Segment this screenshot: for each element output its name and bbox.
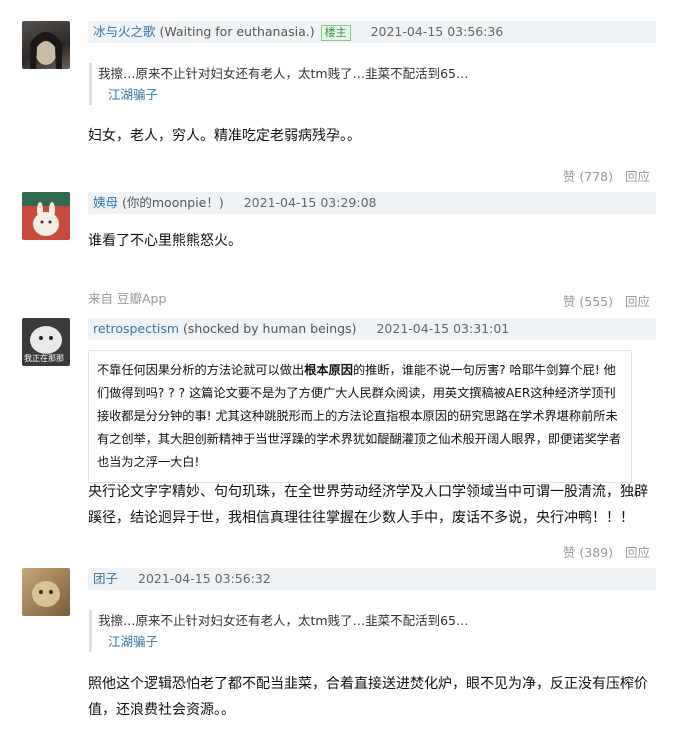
comment-time: 2021-04-15 03:31:01 bbox=[376, 321, 510, 336]
quote-author-link[interactable]: 江湖骗子 bbox=[98, 84, 656, 105]
quote-text-part: 的推断，谁能不说一句厉害? 哈耶牛剑算个屁! 他们做得到吗? ? ? 这篇论文要… bbox=[97, 363, 622, 469]
like-button[interactable]: 赞 (778) bbox=[563, 169, 613, 184]
quote-text-bold: 根本原因 bbox=[304, 363, 353, 377]
comment-meta: 姨母 (你的moonpie！) 2021-04-15 03:29:08 bbox=[88, 192, 656, 214]
author-link[interactable]: 团子 bbox=[93, 571, 118, 586]
quote-author-link[interactable]: 江湖骗子 bbox=[98, 631, 656, 652]
comment-text: 照他这个逻辑恐怕老了都不配当韭菜，合着直接送进焚化炉，眼不见为净，反正没有压榨价… bbox=[88, 676, 648, 718]
comment-meta: 冰与火之歌 (Waiting for euthanasia.) 楼主 2021-… bbox=[88, 21, 656, 43]
comment-text: 妇女，老人，穷人。精准吃定老弱病残孕。。 bbox=[88, 128, 361, 144]
quoted-reply: 我擦…原来不止针对妇女还有老人，太tm贱了…韭菜不配活到65… 江湖骗子 bbox=[89, 63, 656, 105]
quote-text-part: 不靠任何因果分析的方法论就可以做出 bbox=[97, 363, 305, 377]
avatar-image bbox=[32, 581, 60, 607]
op-badge: 楼主 bbox=[320, 25, 351, 41]
like-button[interactable]: 赞 (389) bbox=[563, 545, 613, 560]
reply-button[interactable]: 回应 bbox=[625, 294, 650, 309]
reply-button[interactable]: 回应 bbox=[625, 545, 650, 560]
comment-1: 冰与火之歌 (Waiting for euthanasia.) 楼主 2021-… bbox=[0, 0, 678, 190]
comment-meta: 团子 2021-04-15 03:56:32 bbox=[88, 568, 656, 590]
comment-text: 谁看了不心里熊熊怒火。 bbox=[88, 233, 242, 249]
author-link[interactable]: retrospectism bbox=[93, 321, 179, 336]
avatar[interactable] bbox=[22, 192, 70, 240]
comment-time: 2021-04-15 03:56:32 bbox=[138, 571, 271, 586]
comment-actions: 赞 (389) 回应 bbox=[555, 542, 650, 561]
comment-meta: retrospectism (shocked by human beings) … bbox=[88, 318, 656, 340]
like-button[interactable]: 赞 (555) bbox=[563, 294, 613, 309]
author-signature: (你的moonpie！) bbox=[122, 195, 224, 210]
comment-time: 2021-04-15 03:29:08 bbox=[243, 195, 377, 210]
author-link[interactable]: 姨母 bbox=[93, 195, 118, 210]
quote-text: 我擦…原来不止针对妇女还有老人，太tm贱了…韭菜不配活到65… bbox=[98, 613, 469, 628]
reply-button[interactable]: 回应 bbox=[625, 169, 650, 184]
author-signature: (shocked by human beings) bbox=[183, 321, 357, 336]
avatar[interactable] bbox=[22, 568, 70, 616]
source-label: 来自 豆瓣App bbox=[88, 291, 167, 306]
avatar-image bbox=[22, 192, 70, 236]
author-link[interactable]: 冰与火之歌 bbox=[93, 24, 156, 39]
quoted-image-text: 不靠任何因果分析的方法论就可以做出根本原因的推断，谁能不说一句厉害? 哈耶牛剑算… bbox=[88, 350, 632, 483]
quote-text: 我擦…原来不止针对妇女还有老人，太tm贱了…韭菜不配活到65… bbox=[98, 66, 469, 81]
avatar[interactable] bbox=[22, 21, 70, 69]
avatar-caption: 我正在那那 bbox=[24, 354, 64, 363]
avatar-image bbox=[30, 32, 62, 69]
comment-time: 2021-04-15 03:56:36 bbox=[370, 24, 504, 39]
comment-actions: 赞 (778) 回应 bbox=[555, 166, 650, 185]
comment-text: 央行论文字字精妙、句句玑珠，在全世界劳动经济学及人口学领域当中可谓一股清流，独辟… bbox=[88, 484, 648, 526]
comment-actions: 赞 (555) 回应 bbox=[555, 291, 650, 310]
author-signature: (Waiting for euthanasia.) bbox=[159, 24, 315, 39]
quoted-reply: 我擦…原来不止针对妇女还有老人，太tm贱了…韭菜不配活到65… 江湖骗子 bbox=[89, 610, 656, 652]
avatar[interactable]: 我正在那那 bbox=[22, 318, 70, 366]
